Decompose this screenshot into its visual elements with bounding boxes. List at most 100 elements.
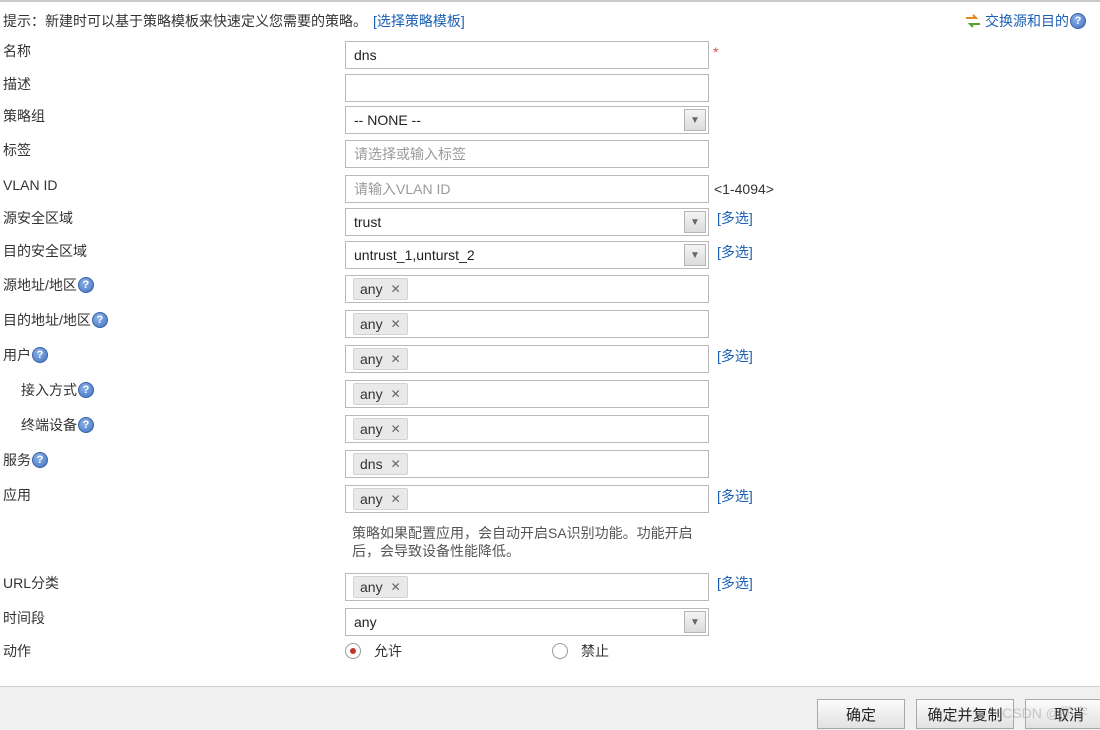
url-category-input[interactable]: any ✕ (345, 573, 709, 601)
help-icon[interactable]: ? (78, 417, 94, 433)
description-input[interactable] (345, 74, 709, 102)
src-address-label: 源地址/地区? (3, 275, 94, 295)
tag-input[interactable]: 请选择或输入标签 (345, 140, 709, 168)
src-address-label-text: 源地址/地区 (3, 277, 77, 293)
time-range-select[interactable]: any ▼ (345, 608, 709, 636)
action-permit-radio[interactable]: 允许 (345, 641, 402, 661)
close-icon[interactable]: ✕ (391, 279, 401, 299)
close-icon[interactable]: ✕ (391, 454, 401, 474)
close-icon[interactable]: ✕ (391, 489, 401, 509)
help-icon[interactable]: ? (1070, 13, 1086, 29)
user-label: 用户? (3, 345, 48, 365)
dst-address-tag: any ✕ (353, 313, 408, 335)
terminal-device-input[interactable]: any ✕ (345, 415, 709, 443)
time-range-value: any (354, 614, 377, 630)
service-input[interactable]: dns ✕ (345, 450, 709, 478)
ok-and-copy-button[interactable]: 确定并复制 (916, 699, 1014, 729)
swap-source-dest[interactable]: 交换源和目的 ? (964, 10, 1086, 32)
tag-text: any (360, 316, 383, 332)
application-multiselect-link[interactable]: [多选] (717, 485, 753, 507)
tag-text: any (360, 421, 383, 437)
close-icon[interactable]: ✕ (391, 314, 401, 334)
cancel-button[interactable]: 取消 (1025, 699, 1100, 729)
help-icon[interactable]: ? (77, 277, 94, 293)
tag-placeholder: 请选择或输入标签 (354, 146, 466, 162)
dst-address-label: 目的地址/地区? (3, 310, 108, 330)
dst-zone-label: 目的安全区域 (3, 243, 87, 259)
url-category-multiselect-link[interactable]: [多选] (717, 572, 753, 594)
user-input[interactable]: any ✕ (345, 345, 709, 373)
help-icon[interactable]: ? (32, 452, 48, 468)
vlan-range-hint: <1-4094> (714, 181, 774, 197)
chevron-down-icon[interactable]: ▼ (684, 109, 706, 131)
dialog-footer: 确定 确定并复制 取消 CSDN @鹏宇 (0, 686, 1100, 730)
vlan-id-label: VLAN ID (3, 177, 58, 193)
access-mode-label: 接入方式? (21, 380, 94, 400)
permit-label: 允许 (374, 643, 402, 659)
tag-text: any (360, 281, 383, 297)
service-tag: dns ✕ (353, 453, 408, 475)
required-mark: * (713, 44, 719, 60)
radio-selected-icon[interactable] (345, 643, 361, 659)
user-label-text: 用户 (3, 347, 31, 363)
policy-group-select[interactable]: -- NONE -- ▼ (345, 106, 709, 134)
dst-zone-value: untrust_1,unturst_2 (354, 247, 475, 263)
access-mode-tag: any ✕ (353, 383, 408, 405)
name-label: 名称 (3, 43, 31, 59)
note-line: 策略如果配置应用，会自动开启SA识别功能。功能开启 (352, 525, 693, 541)
vlan-id-input[interactable]: 请输入VLAN ID (345, 175, 709, 203)
src-zone-select[interactable]: trust ▼ (345, 208, 709, 236)
src-zone-value: trust (354, 214, 382, 230)
tip-bar: 提示：新建时可以基于策略模板来快速定义您需要的策略。 [选择策略模板] (3, 10, 465, 32)
application-label: 应用 (3, 487, 31, 503)
policy-group-label: 策略组 (3, 108, 45, 124)
deny-label: 禁止 (581, 643, 609, 659)
action-label: 动作 (3, 643, 31, 659)
policy-group-value: -- NONE -- (354, 112, 421, 128)
terminal-device-label: 终端设备? (21, 415, 94, 435)
user-tag: any ✕ (353, 348, 408, 370)
src-address-input[interactable]: any ✕ (345, 275, 709, 303)
dst-zone-multiselect-link[interactable]: [多选] (717, 241, 753, 263)
help-icon[interactable]: ? (32, 347, 48, 363)
chevron-down-icon[interactable]: ▼ (684, 611, 706, 633)
name-value: dns (354, 47, 377, 63)
ok-button[interactable]: 确定 (817, 699, 905, 729)
chevron-down-icon[interactable]: ▼ (684, 211, 706, 233)
dst-zone-select[interactable]: untrust_1,unturst_2 ▼ (345, 241, 709, 269)
close-icon[interactable]: ✕ (391, 384, 401, 404)
tag-text: dns (360, 456, 383, 472)
tag-text: any (360, 579, 383, 595)
select-template-link[interactable]: [选择策略模板] (373, 13, 465, 29)
help-icon[interactable]: ? (78, 382, 94, 398)
access-mode-input[interactable]: any ✕ (345, 380, 709, 408)
src-zone-multiselect-link[interactable]: [多选] (717, 207, 753, 229)
close-icon[interactable]: ✕ (391, 577, 401, 597)
dst-address-input[interactable]: any ✕ (345, 310, 709, 338)
dst-address-label-text: 目的地址/地区 (3, 312, 91, 328)
access-mode-label-text: 接入方式 (21, 382, 77, 398)
swap-link[interactable]: 交换源和目的 (985, 10, 1069, 32)
tag-text: any (360, 491, 383, 507)
tag-text: any (360, 386, 383, 402)
src-zone-label: 源安全区域 (3, 210, 73, 226)
swap-arrows-icon (964, 12, 982, 30)
top-border (0, 0, 1100, 2)
tag-label: 标签 (3, 142, 31, 158)
user-multiselect-link[interactable]: [多选] (717, 345, 753, 367)
close-icon[interactable]: ✕ (391, 349, 401, 369)
tag-text: any (360, 351, 383, 367)
name-input[interactable]: dns (345, 41, 709, 69)
help-icon[interactable]: ? (91, 312, 108, 328)
application-tag: any ✕ (353, 488, 408, 510)
application-input[interactable]: any ✕ (345, 485, 709, 513)
terminal-device-label-text: 终端设备 (21, 417, 77, 433)
time-range-label: 时间段 (3, 610, 45, 626)
application-note: 策略如果配置应用，会自动开启SA识别功能。功能开启 后，会导致设备性能降低。 (352, 524, 732, 560)
url-category-label: URL分类 (3, 575, 60, 591)
close-icon[interactable]: ✕ (391, 419, 401, 439)
note-line: 后，会导致设备性能降低。 (352, 543, 520, 559)
chevron-down-icon[interactable]: ▼ (684, 244, 706, 266)
action-deny-radio[interactable]: 禁止 (552, 641, 609, 661)
radio-unselected-icon[interactable] (552, 643, 568, 659)
